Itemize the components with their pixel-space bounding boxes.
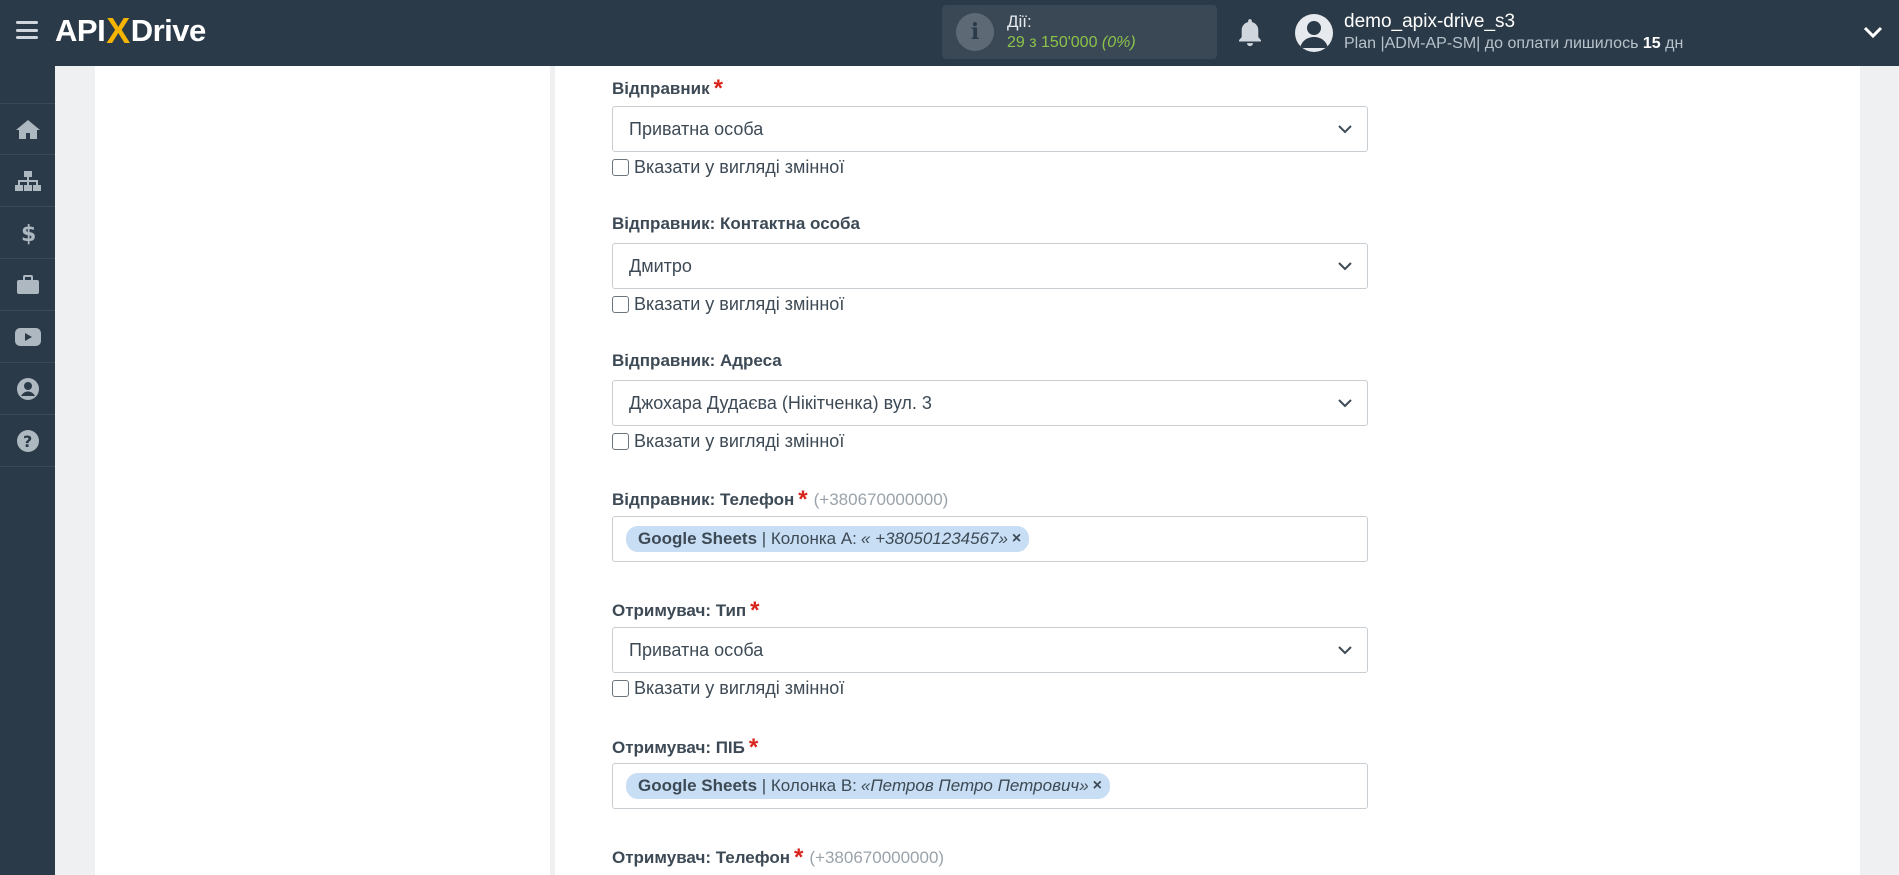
checkbox[interactable] [612, 296, 629, 313]
logo[interactable]: API X Drive [55, 10, 206, 51]
sidebar-item-billing[interactable]: $ [0, 207, 55, 259]
checkbox[interactable] [612, 159, 629, 176]
dollar-icon: $ [21, 222, 36, 245]
briefcase-icon [16, 274, 39, 294]
sender-address-select[interactable]: Джохара Дудаєва (Нікітченка) вул. 3 [612, 380, 1368, 426]
recipient-type-select[interactable]: Приватна особа [612, 627, 1368, 673]
sitemap-icon [14, 170, 41, 191]
sender-phone-label: Відправник: Телефон * (+380670000000) [612, 486, 949, 513]
recipient-name-label: Отримувач: ПІБ * [612, 734, 759, 761]
recipient-phone-label: Отримувач: Телефон * (+380670000000) [612, 844, 945, 871]
remove-tag-icon[interactable]: × [1012, 530, 1021, 548]
chevron-down-icon [1338, 125, 1352, 134]
svg-text:$: $ [21, 222, 36, 245]
sender-contact-variable-checkbox-row[interactable]: Вказати у вигляді змінної [612, 294, 844, 315]
bell-icon[interactable] [1236, 18, 1264, 48]
top-bar: API X Drive i Дії: 29 з 150'000 (0%) demo_… [0, 0, 1899, 66]
chevron-down-icon[interactable] [1862, 22, 1884, 42]
sender-contact-label: Відправник: Контактна особа [612, 214, 861, 233]
sidebar-item-profile[interactable] [0, 363, 55, 415]
sender-phone-input[interactable]: Google Sheets | Колонка A: « +38050123456… [612, 516, 1368, 562]
remove-tag-icon[interactable]: × [1093, 777, 1102, 795]
actions-counter[interactable]: i Дії: 29 з 150'000 (0%) [942, 5, 1217, 59]
sidebar-item-connections[interactable] [0, 155, 55, 207]
home-icon [15, 120, 40, 139]
recipient-type-variable-checkbox-row[interactable]: Вказати у вигляді змінної [612, 678, 844, 699]
info-icon: i [956, 13, 994, 51]
sender-select[interactable]: Приватна особа [612, 106, 1368, 152]
user-plan: Plan |ADM-AP-SM| до оплати лишилось 15 д… [1344, 35, 1684, 52]
checkbox[interactable] [612, 680, 629, 697]
svg-text:?: ? [23, 432, 32, 451]
sender-label: Відправник * [612, 75, 723, 102]
actions-title: Дії: [1007, 12, 1032, 31]
left-panel [95, 66, 550, 875]
sender-variable-checkbox-row[interactable]: Вказати у вигляді змінної [612, 157, 844, 178]
recipient-type-label: Отримувач: Тип * [612, 597, 760, 624]
chevron-down-icon [1338, 646, 1352, 655]
avatar[interactable] [1295, 14, 1333, 52]
user-icon [16, 377, 39, 400]
help-icon: ? [16, 429, 39, 452]
mapped-field-tag: Google Sheets | Колонка A: « +38050123456… [626, 526, 1030, 552]
sidebar-item-business[interactable] [0, 259, 55, 311]
user-name[interactable]: demo_apix-drive_s3 [1344, 11, 1515, 33]
sender-contact-select[interactable]: Дмитро [612, 243, 1368, 289]
sidebar-item-video[interactable] [0, 311, 55, 363]
youtube-icon [14, 327, 41, 346]
sidebar: $ ? [0, 66, 55, 875]
sidebar-item-home[interactable] [0, 103, 55, 155]
checkbox[interactable] [612, 433, 629, 450]
recipient-name-input[interactable]: Google Sheets | Колонка B: «Петров Петро … [612, 763, 1368, 809]
chevron-down-icon [1338, 262, 1352, 271]
mapped-field-tag: Google Sheets | Колонка B: «Петров Петро … [626, 773, 1110, 799]
sender-address-variable-checkbox-row[interactable]: Вказати у вигляді змінної [612, 431, 844, 452]
chevron-down-icon [1338, 399, 1352, 408]
menu-icon[interactable] [16, 21, 38, 39]
sidebar-item-help[interactable]: ? [0, 415, 55, 467]
sender-address-label: Відправник: Адреса [612, 351, 782, 370]
actions-count: 29 з 150'000 (0%) [1007, 34, 1136, 51]
